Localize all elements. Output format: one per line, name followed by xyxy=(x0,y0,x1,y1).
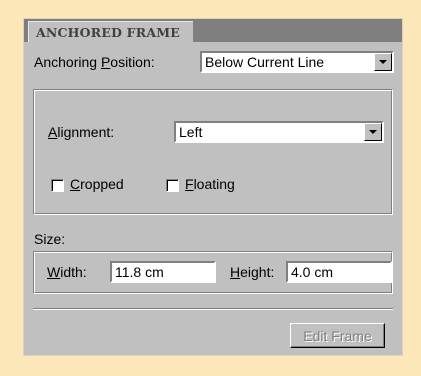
alignment-label: Alignment: xyxy=(48,124,115,140)
anchoring-position-value: Below Current Line xyxy=(205,54,325,70)
cropped-label[interactable]: Cropped xyxy=(70,176,124,192)
floating-checkbox[interactable] xyxy=(166,179,179,192)
alignment-group: Alignment: Left Cropped Floating xyxy=(33,89,393,215)
height-label: Height: xyxy=(230,264,275,280)
anchoring-position-label: Anchoring Position: xyxy=(34,54,155,70)
cropped-checkbox[interactable] xyxy=(51,179,64,192)
size-label: Size: xyxy=(34,231,66,247)
anchored-frame-panel: ANCHORED FRAME Anchoring Position: Below… xyxy=(23,18,403,356)
alignment-select[interactable]: Left xyxy=(174,121,384,143)
tab-strip: ANCHORED FRAME xyxy=(24,19,402,42)
anchoring-position-select[interactable]: Below Current Line xyxy=(200,51,394,73)
chevron-down-icon[interactable] xyxy=(364,123,382,141)
width-input[interactable]: 11.8 cm xyxy=(110,261,216,283)
chevron-down-icon[interactable] xyxy=(374,53,392,71)
tab-anchored-frame[interactable]: ANCHORED FRAME xyxy=(28,21,193,42)
floating-label[interactable]: Floating xyxy=(185,176,235,192)
divider xyxy=(33,308,393,310)
edit-frame-button[interactable]: Edit Frame xyxy=(290,323,385,348)
anchoring-position-row: Anchoring Position: Below Current Line xyxy=(34,51,394,75)
alignment-value: Left xyxy=(179,124,203,140)
size-group: Width: 11.8 cm Height: 4.0 cm xyxy=(33,251,393,294)
height-input[interactable]: 4.0 cm xyxy=(286,261,392,283)
width-label: Width: xyxy=(47,264,87,280)
